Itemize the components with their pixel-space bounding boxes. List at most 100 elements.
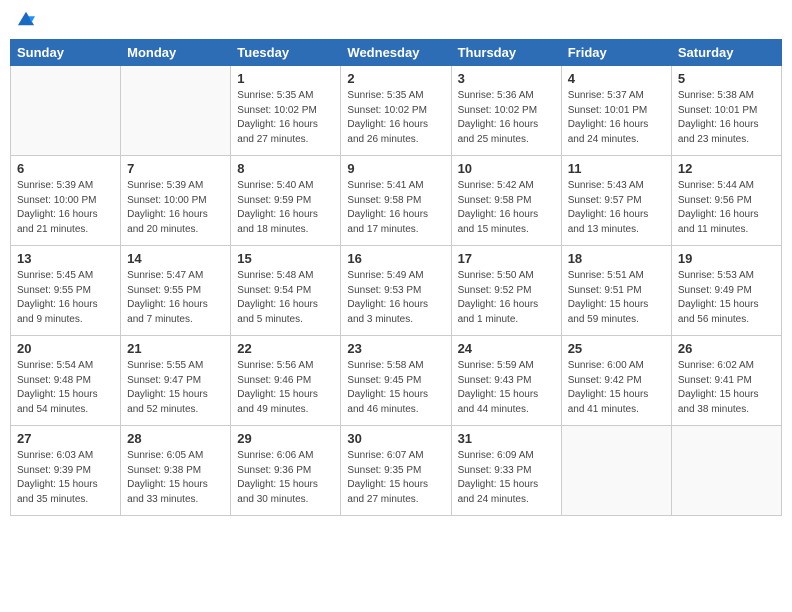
day-number: 12 — [678, 161, 775, 176]
calendar-cell: 29 Sunrise: 6:06 AM Sunset: 9:36 PM Dayli… — [231, 426, 341, 516]
calendar-cell — [671, 426, 781, 516]
day-number: 18 — [568, 251, 665, 266]
page-header — [10, 10, 782, 33]
calendar-cell: 18 Sunrise: 5:51 AM Sunset: 9:51 PM Dayli… — [561, 246, 671, 336]
day-info: Sunrise: 5:47 AM Sunset: 9:55 PM Dayligh… — [127, 269, 224, 327]
calendar-cell: 16 Sunrise: 5:49 AM Sunset: 9:53 PM Dayli… — [341, 246, 451, 336]
calendar-table: SundayMondayTuesdayWednesdayThursdayFrid… — [10, 39, 782, 516]
day-info: Sunrise: 5:40 AM Sunset: 9:59 PM Dayligh… — [237, 179, 334, 237]
calendar-cell: 10 Sunrise: 5:42 AM Sunset: 9:58 PM Dayli… — [451, 156, 561, 246]
weekday-header: Wednesday — [341, 40, 451, 66]
day-info: Sunrise: 6:07 AM Sunset: 9:35 PM Dayligh… — [347, 449, 444, 507]
day-info: Sunrise: 5:58 AM Sunset: 9:45 PM Dayligh… — [347, 359, 444, 417]
calendar-cell: 21 Sunrise: 5:55 AM Sunset: 9:47 PM Dayli… — [121, 336, 231, 426]
calendar-cell: 27Sunrise: 6:03 AM Sunset: 9:39 PM Dayli… — [11, 426, 121, 516]
calendar-cell: 13 Sunrise: 5:45 AM Sunset: 9:55 PM Dayli… — [11, 246, 121, 336]
day-info: Sunrise: 5:59 AM Sunset: 9:43 PM Dayligh… — [458, 359, 555, 417]
calendar-cell: 3Sunrise: 5:36 AM Sunset: 10:02 PM Dayli… — [451, 66, 561, 156]
day-number: 21 — [127, 341, 224, 356]
calendar-cell: 15 Sunrise: 5:48 AM Sunset: 9:54 PM Dayli… — [231, 246, 341, 336]
logo — [14, 10, 38, 33]
day-number: 3 — [458, 71, 555, 86]
calendar-cell — [121, 66, 231, 156]
day-info: Sunrise: 6:03 AM Sunset: 9:39 PM Dayligh… — [17, 449, 114, 507]
calendar-cell: 12 Sunrise: 5:44 AM Sunset: 9:56 PM Dayli… — [671, 156, 781, 246]
day-info: Sunrise: 5:44 AM Sunset: 9:56 PM Dayligh… — [678, 179, 775, 237]
day-info: Sunrise: 5:37 AM Sunset: 10:01 PM Daylig… — [568, 89, 665, 147]
day-info: Sunrise: 5:49 AM Sunset: 9:53 PM Dayligh… — [347, 269, 444, 327]
day-info: Sunrise: 5:55 AM Sunset: 9:47 PM Dayligh… — [127, 359, 224, 417]
day-number: 15 — [237, 251, 334, 266]
calendar-cell: 28Sunrise: 6:05 AM Sunset: 9:38 PM Dayli… — [121, 426, 231, 516]
calendar-cell: 7Sunrise: 5:39 AM Sunset: 10:00 PM Dayli… — [121, 156, 231, 246]
calendar-cell: 31Sunrise: 6:09 AM Sunset: 9:33 PM Dayli… — [451, 426, 561, 516]
day-number: 13 — [17, 251, 114, 266]
day-number: 29 — [237, 431, 334, 446]
day-number: 1 — [237, 71, 334, 86]
weekday-header: Friday — [561, 40, 671, 66]
weekday-header: Thursday — [451, 40, 561, 66]
calendar-cell: 14 Sunrise: 5:47 AM Sunset: 9:55 PM Dayli… — [121, 246, 231, 336]
calendar-week-row: 27Sunrise: 6:03 AM Sunset: 9:39 PM Dayli… — [11, 426, 782, 516]
weekday-header: Monday — [121, 40, 231, 66]
calendar-cell: 6 Sunrise: 5:39 AM Sunset: 10:00 PM Dayli… — [11, 156, 121, 246]
day-number: 23 — [347, 341, 444, 356]
day-number: 10 — [458, 161, 555, 176]
day-number: 8 — [237, 161, 334, 176]
day-number: 16 — [347, 251, 444, 266]
day-info: Sunrise: 5:48 AM Sunset: 9:54 PM Dayligh… — [237, 269, 334, 327]
day-info: Sunrise: 5:54 AM Sunset: 9:48 PM Dayligh… — [17, 359, 114, 417]
calendar-cell: 19 Sunrise: 5:53 AM Sunset: 9:49 PM Dayli… — [671, 246, 781, 336]
day-info: Sunrise: 5:43 AM Sunset: 9:57 PM Dayligh… — [568, 179, 665, 237]
calendar-cell: 1 Sunrise: 5:35 AM Sunset: 10:02 PM Dayli… — [231, 66, 341, 156]
calendar-cell: 22Sunrise: 5:56 AM Sunset: 9:46 PM Dayli… — [231, 336, 341, 426]
calendar-cell: 26Sunrise: 6:02 AM Sunset: 9:41 PM Dayli… — [671, 336, 781, 426]
day-info: Sunrise: 6:06 AM Sunset: 9:36 PM Dayligh… — [237, 449, 334, 507]
day-number: 2 — [347, 71, 444, 86]
calendar-cell: 8 Sunrise: 5:40 AM Sunset: 9:59 PM Daylig… — [231, 156, 341, 246]
calendar-week-row: 6 Sunrise: 5:39 AM Sunset: 10:00 PM Dayli… — [11, 156, 782, 246]
calendar-cell: 30Sunrise: 6:07 AM Sunset: 9:35 PM Dayli… — [341, 426, 451, 516]
day-number: 20 — [17, 341, 114, 356]
calendar-week-row: 20 Sunrise: 5:54 AM Sunset: 9:48 PM Dayli… — [11, 336, 782, 426]
calendar-week-row: 1 Sunrise: 5:35 AM Sunset: 10:02 PM Dayli… — [11, 66, 782, 156]
day-info: Sunrise: 6:00 AM Sunset: 9:42 PM Dayligh… — [568, 359, 665, 417]
calendar-cell: 11 Sunrise: 5:43 AM Sunset: 9:57 PM Dayli… — [561, 156, 671, 246]
calendar-cell: 4 Sunrise: 5:37 AM Sunset: 10:01 PM Dayli… — [561, 66, 671, 156]
day-info: Sunrise: 5:38 AM Sunset: 10:01 PM Daylig… — [678, 89, 775, 147]
day-info: Sunrise: 5:35 AM Sunset: 10:02 PM Daylig… — [237, 89, 334, 147]
day-number: 19 — [678, 251, 775, 266]
day-number: 6 — [17, 161, 114, 176]
day-info: Sunrise: 6:05 AM Sunset: 9:38 PM Dayligh… — [127, 449, 224, 507]
calendar-cell — [561, 426, 671, 516]
calendar-cell: 5Sunrise: 5:38 AM Sunset: 10:01 PM Dayli… — [671, 66, 781, 156]
calendar-cell: 9Sunrise: 5:41 AM Sunset: 9:58 PM Daylig… — [341, 156, 451, 246]
day-number: 17 — [458, 251, 555, 266]
weekday-header: Tuesday — [231, 40, 341, 66]
day-info: Sunrise: 5:41 AM Sunset: 9:58 PM Dayligh… — [347, 179, 444, 237]
calendar-cell: 17 Sunrise: 5:50 AM Sunset: 9:52 PM Dayli… — [451, 246, 561, 336]
calendar-cell — [11, 66, 121, 156]
day-info: Sunrise: 5:42 AM Sunset: 9:58 PM Dayligh… — [458, 179, 555, 237]
calendar-cell: 2Sunrise: 5:35 AM Sunset: 10:02 PM Dayli… — [341, 66, 451, 156]
logo-icon — [16, 10, 36, 28]
day-number: 4 — [568, 71, 665, 86]
day-number: 31 — [458, 431, 555, 446]
weekday-header: Sunday — [11, 40, 121, 66]
day-number: 14 — [127, 251, 224, 266]
day-info: Sunrise: 5:45 AM Sunset: 9:55 PM Dayligh… — [17, 269, 114, 327]
day-info: Sunrise: 5:53 AM Sunset: 9:49 PM Dayligh… — [678, 269, 775, 327]
day-number: 11 — [568, 161, 665, 176]
day-info: Sunrise: 5:39 AM Sunset: 10:00 PM Daylig… — [127, 179, 224, 237]
day-number: 26 — [678, 341, 775, 356]
day-info: Sunrise: 5:50 AM Sunset: 9:52 PM Dayligh… — [458, 269, 555, 327]
calendar-cell: 23 Sunrise: 5:58 AM Sunset: 9:45 PM Dayli… — [341, 336, 451, 426]
calendar-cell: 24Sunrise: 5:59 AM Sunset: 9:43 PM Dayli… — [451, 336, 561, 426]
day-info: Sunrise: 5:39 AM Sunset: 10:00 PM Daylig… — [17, 179, 114, 237]
weekday-header-row: SundayMondayTuesdayWednesdayThursdayFrid… — [11, 40, 782, 66]
day-number: 25 — [568, 341, 665, 356]
day-info: Sunrise: 5:51 AM Sunset: 9:51 PM Dayligh… — [568, 269, 665, 327]
calendar-cell: 20 Sunrise: 5:54 AM Sunset: 9:48 PM Dayli… — [11, 336, 121, 426]
calendar-week-row: 13 Sunrise: 5:45 AM Sunset: 9:55 PM Dayli… — [11, 246, 782, 336]
weekday-header: Saturday — [671, 40, 781, 66]
